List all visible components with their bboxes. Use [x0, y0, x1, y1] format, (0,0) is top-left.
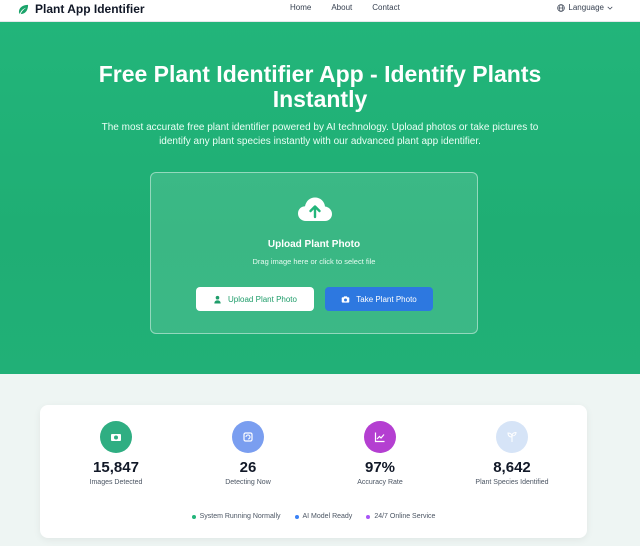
status-dot	[294, 514, 299, 519]
upload-user-icon	[214, 295, 221, 304]
globe-icon	[557, 3, 566, 12]
stat-label: Images Detected	[89, 479, 143, 486]
status-ai-model: AI Model Ready	[294, 513, 353, 520]
status-label: 24/7 Online Service	[374, 513, 436, 520]
take-photo-button[interactable]: Take Plant Photo	[325, 287, 433, 311]
nav-links: Home About Contact	[290, 3, 400, 12]
hero-section: Free Plant Identifier App - Identify Pla…	[0, 22, 640, 374]
status-system: System Running Normally	[191, 513, 281, 520]
stat-species-identified: 8,642 Plant Species Identified	[452, 421, 572, 486]
camera-icon	[111, 434, 121, 441]
stat-label: Detecting Now	[225, 479, 271, 486]
cloud-upload-icon	[298, 197, 332, 221]
brand[interactable]: Plant App Identifier	[18, 2, 145, 16]
stat-icon-circle	[364, 421, 396, 453]
hero-subtitle: The most accurate free plant identifier …	[101, 122, 539, 147]
navbar: Plant App Identifier Home About Contact …	[0, 0, 640, 22]
chart-icon	[374, 432, 385, 443]
stat-label: Plant Species Identified	[475, 479, 549, 486]
chevron-down-icon	[607, 6, 613, 10]
language-label: Language	[568, 3, 604, 12]
stat-icon-circle	[232, 421, 264, 453]
brand-name: Plant App Identifier	[35, 2, 145, 16]
leaf-icon	[18, 4, 29, 14]
stat-label: Accuracy Rate	[357, 479, 403, 486]
status-label: System Running Normally	[199, 513, 281, 520]
upload-title: Upload Plant Photo	[267, 239, 361, 250]
take-photo-label: Take Plant Photo	[356, 294, 417, 304]
status-dot	[191, 514, 196, 519]
status-row: System Running Normally AI Model Ready 2…	[40, 513, 587, 520]
stat-value: 97%	[364, 459, 396, 476]
nav-about-link[interactable]: About	[331, 3, 352, 12]
plant-icon	[507, 431, 517, 442]
stat-accuracy-rate: 97% Accuracy Rate	[320, 421, 440, 486]
stats-card: 15,847 Images Detected 26 Detecting Now …	[40, 405, 587, 538]
hero-title: Free Plant Identifier App - Identify Pla…	[98, 61, 542, 112]
stat-images-detected: 15,847 Images Detected	[56, 421, 176, 486]
status-dot	[366, 514, 371, 519]
stat-detecting-now: 26 Detecting Now	[188, 421, 308, 486]
stat-icon-circle	[496, 421, 528, 453]
stat-value: 26	[239, 459, 257, 476]
status-online: 24/7 Online Service	[366, 513, 435, 520]
upload-photo-label: Upload Plant Photo	[228, 294, 297, 304]
nav-home-link[interactable]: Home	[290, 3, 311, 12]
upload-photo-button[interactable]: Upload Plant Photo	[196, 287, 314, 311]
refresh-icon	[243, 432, 253, 442]
camera-icon	[341, 295, 350, 303]
language-selector[interactable]: Language	[557, 3, 613, 12]
stat-value: 8,642	[493, 459, 531, 476]
nav-contact-link[interactable]: Contact	[372, 3, 400, 12]
stat-value: 15,847	[93, 459, 139, 476]
status-label: AI Model Ready	[302, 513, 353, 520]
stat-icon-circle	[100, 421, 132, 453]
upload-dropzone[interactable]: Upload Plant Photo Drag image here or cl…	[150, 172, 478, 334]
upload-hint: Drag image here or click to select file	[252, 257, 376, 266]
